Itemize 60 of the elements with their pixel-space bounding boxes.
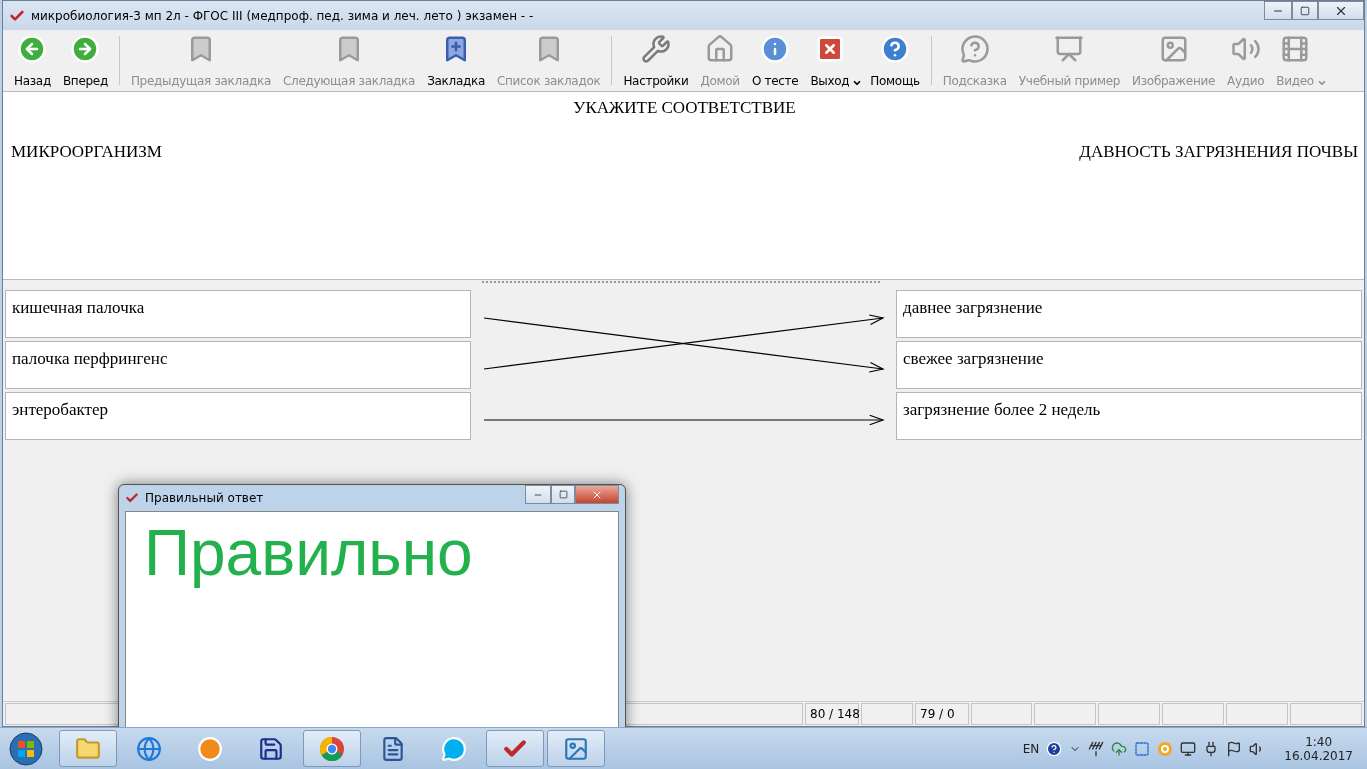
question-bubble-icon [959,34,990,64]
help-icon [880,34,910,64]
toolbar-button[interactable]: Настройки [618,32,694,89]
maximize-button[interactable] [1292,1,1318,20]
folder-icon [75,735,101,762]
circle-icon[interactable] [1157,740,1174,757]
window-title: микробиология-3 мп 2л - ФГОС III (медпроф. пед. зима и леч. лето ) экзамен - - [31,8,535,23]
taskbar-app[interactable] [486,730,544,767]
toolbar-button[interactable]: О тесте [746,32,804,89]
match-item[interactable]: давнее загрязнение [896,290,1362,338]
close-button[interactable] [1318,1,1364,20]
clock[interactable]: 1:40 16.04.2017 [1284,734,1353,763]
toolbar-button[interactable]: Назад [9,32,56,89]
start-orb-icon [9,731,43,766]
toolbar-button[interactable]: Вперед [57,32,113,89]
minimize-button[interactable] [1264,1,1292,20]
match-item[interactable]: свежее загрязнение [896,341,1362,389]
home-icon [705,34,736,64]
monitor-icon[interactable] [1180,740,1197,757]
film-icon [1280,34,1311,64]
column-heading: МИКРООРГАНИЗМ [11,142,162,162]
globe-icon [136,735,162,762]
taskbar-app[interactable] [303,730,361,767]
dialog-title: Правильный ответ [145,491,265,505]
info-icon [760,34,791,64]
wrench-icon [640,34,671,64]
match-item[interactable]: палочка перфрингенс [5,341,471,389]
square-icon[interactable] [1134,740,1151,757]
antenna-icon[interactable] [1088,740,1105,757]
toolbar-button[interactable]: Помощь [865,32,925,89]
match-item[interactable]: энтеробактер [5,392,471,440]
presentation-icon [1054,34,1085,64]
start-button[interactable] [6,730,46,767]
result-message: Правильно [144,517,473,589]
status-cell: 79 / 0 [915,703,969,725]
check-icon [125,491,139,505]
maximize-button[interactable] [551,485,575,504]
picture-icon [563,735,589,762]
toolbar-button[interactable]: Закладка [422,32,490,89]
language-indicator[interactable]: EN [1022,741,1040,756]
match-item[interactable]: кишечная палочка [5,290,471,338]
clock-date: 16.04.2017 [1284,748,1353,763]
status-cell: 80 / 148 [805,703,859,725]
maximize-icon [558,490,568,499]
clock-time: 1:40 [1305,734,1333,749]
close-button[interactable] [575,485,619,504]
document-icon [380,735,406,762]
match-item[interactable]: загрязнение более 2 недель [896,392,1362,440]
dropdown-caret-icon[interactable] [852,78,863,88]
taskbar-app[interactable] [547,730,605,767]
maximize-icon [1300,5,1310,16]
chrome-icon [319,735,345,762]
flag-icon[interactable] [1226,740,1243,757]
minimize-button[interactable] [525,485,551,504]
question-title: УКАЖИТЕ СООТВЕТСТВИЕ [573,98,796,117]
help-icon[interactable] [1046,740,1063,757]
cloud-icon[interactable] [1111,740,1128,757]
column-heading: ДАВНОСТЬ ЗАГРЯЗНЕНИЯ ПОЧВЫ [1079,142,1358,162]
chat-bubble-icon [441,735,467,762]
toolbar-button[interactable]: Выход [805,32,864,89]
